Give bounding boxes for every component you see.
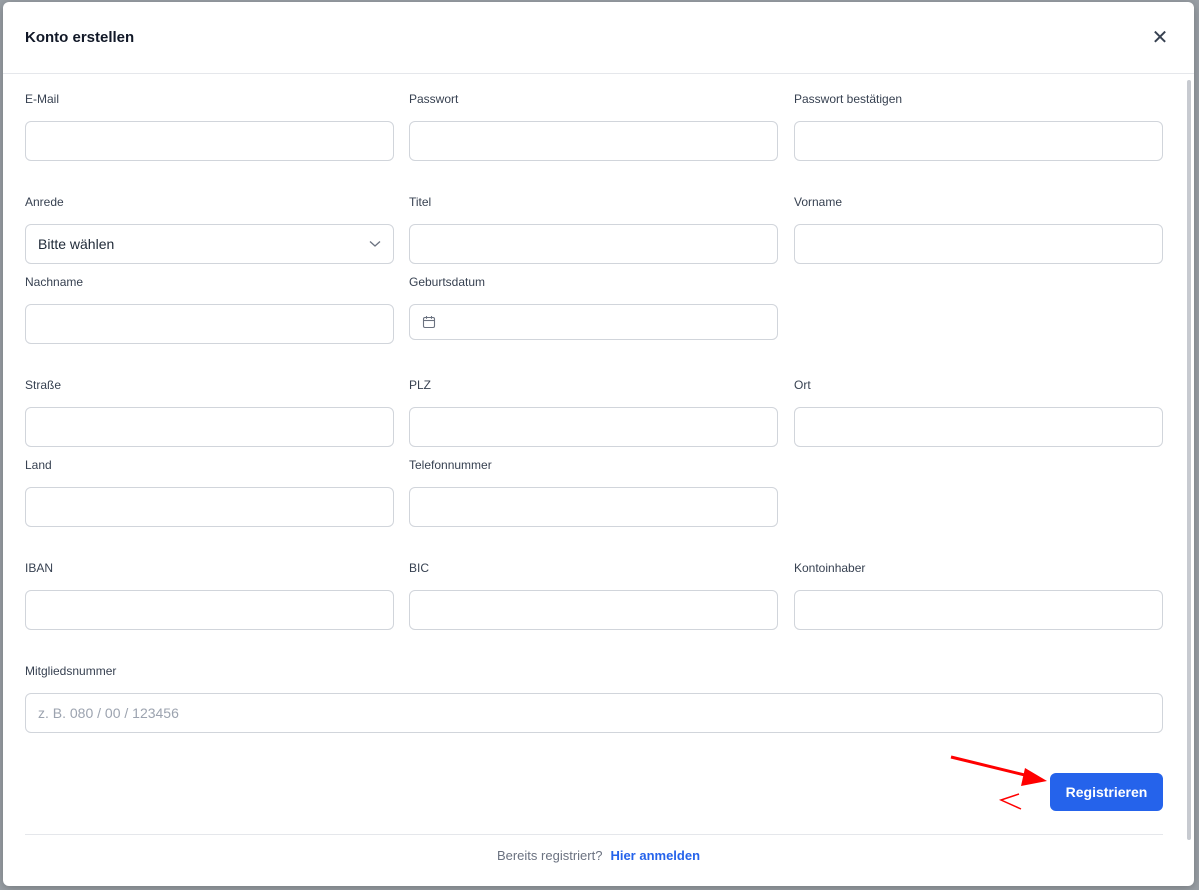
footer: Bereits registriert? Hier anmelden bbox=[3, 848, 1194, 863]
firstname-label: Vorname bbox=[794, 195, 843, 209]
city-input[interactable] bbox=[794, 407, 1163, 447]
email-group: E-Mail bbox=[25, 91, 394, 161]
scrollbar[interactable] bbox=[1187, 80, 1191, 840]
title-group: Titel bbox=[409, 194, 778, 264]
calendar-icon bbox=[422, 315, 436, 329]
account-holder-input[interactable] bbox=[794, 590, 1163, 630]
country-group: Land bbox=[25, 457, 394, 527]
account-holder-label: Kontoinhaber bbox=[794, 561, 866, 575]
salutation-value: Bitte wählen bbox=[38, 236, 115, 252]
birthdate-label: Geburtsdatum bbox=[409, 275, 486, 289]
member-number-label: Mitgliedsnummer bbox=[25, 664, 117, 678]
lastname-input[interactable] bbox=[25, 304, 394, 344]
close-button[interactable]: ✕ bbox=[1148, 26, 1172, 50]
iban-group: IBAN bbox=[25, 560, 394, 630]
member-number-group: Mitgliedsnummer z. B. 080 / 00 / 123456 bbox=[25, 663, 1163, 733]
password-confirm-input[interactable] bbox=[794, 121, 1163, 161]
footer-divider bbox=[25, 834, 1163, 835]
email-input[interactable] bbox=[25, 121, 394, 161]
account-holder-group: Kontoinhaber bbox=[794, 560, 1163, 630]
zip-input[interactable] bbox=[409, 407, 778, 447]
password-label: Passwort bbox=[409, 92, 459, 106]
street-group: Straße bbox=[25, 377, 394, 447]
chevron-down-icon bbox=[369, 237, 381, 251]
salutation-select[interactable]: Bitte wählen bbox=[25, 224, 394, 264]
birthdate-group: Geburtsdatum bbox=[409, 274, 778, 340]
birthdate-input[interactable] bbox=[409, 304, 778, 340]
title-input[interactable] bbox=[409, 224, 778, 264]
street-input[interactable] bbox=[25, 407, 394, 447]
annotation-arrow-icon bbox=[950, 755, 1047, 810]
phone-label: Telefonnummer bbox=[409, 458, 492, 472]
salutation-group: Anrede Bitte wählen bbox=[25, 194, 394, 264]
password-group: Passwort bbox=[409, 91, 778, 161]
phone-input[interactable] bbox=[409, 487, 778, 527]
country-label: Land bbox=[25, 458, 52, 472]
zip-label: PLZ bbox=[409, 378, 432, 392]
city-label: Ort bbox=[794, 378, 811, 392]
member-number-input[interactable]: z. B. 080 / 00 / 123456 bbox=[25, 693, 1163, 733]
register-modal: Konto erstellen ✕ E-Mail Passwort Passwo… bbox=[3, 2, 1194, 886]
iban-label: IBAN bbox=[25, 561, 54, 575]
password-input[interactable] bbox=[409, 121, 778, 161]
footer-text: Bereits registriert? bbox=[496, 848, 603, 863]
bic-input[interactable] bbox=[409, 590, 778, 630]
password-confirm-label: Passwort bestätigen bbox=[794, 92, 903, 106]
register-button[interactable]: Registrieren bbox=[1050, 773, 1163, 811]
close-icon: ✕ bbox=[1151, 27, 1169, 49]
member-number-placeholder: z. B. 080 / 00 / 123456 bbox=[38, 705, 179, 721]
lastname-label: Nachname bbox=[25, 275, 84, 289]
country-input[interactable] bbox=[25, 487, 394, 527]
modal-title: Konto erstellen bbox=[25, 29, 135, 46]
salutation-label: Anrede bbox=[25, 195, 64, 209]
iban-input[interactable] bbox=[25, 590, 394, 630]
bic-label: BIC bbox=[409, 561, 430, 575]
zip-group: PLZ bbox=[409, 377, 778, 447]
firstname-group: Vorname bbox=[794, 194, 1163, 264]
email-label: E-Mail bbox=[25, 92, 60, 106]
street-label: Straße bbox=[25, 378, 62, 392]
password-confirm-group: Passwort bestätigen bbox=[794, 91, 1163, 161]
modal-header: Konto erstellen ✕ bbox=[3, 2, 1194, 74]
firstname-input[interactable] bbox=[794, 224, 1163, 264]
phone-group: Telefonnummer bbox=[409, 457, 778, 527]
login-link[interactable]: Hier anmelden bbox=[610, 848, 700, 863]
title-label: Titel bbox=[409, 195, 432, 209]
bic-group: BIC bbox=[409, 560, 778, 630]
city-group: Ort bbox=[794, 377, 1163, 447]
lastname-group: Nachname bbox=[25, 274, 394, 344]
